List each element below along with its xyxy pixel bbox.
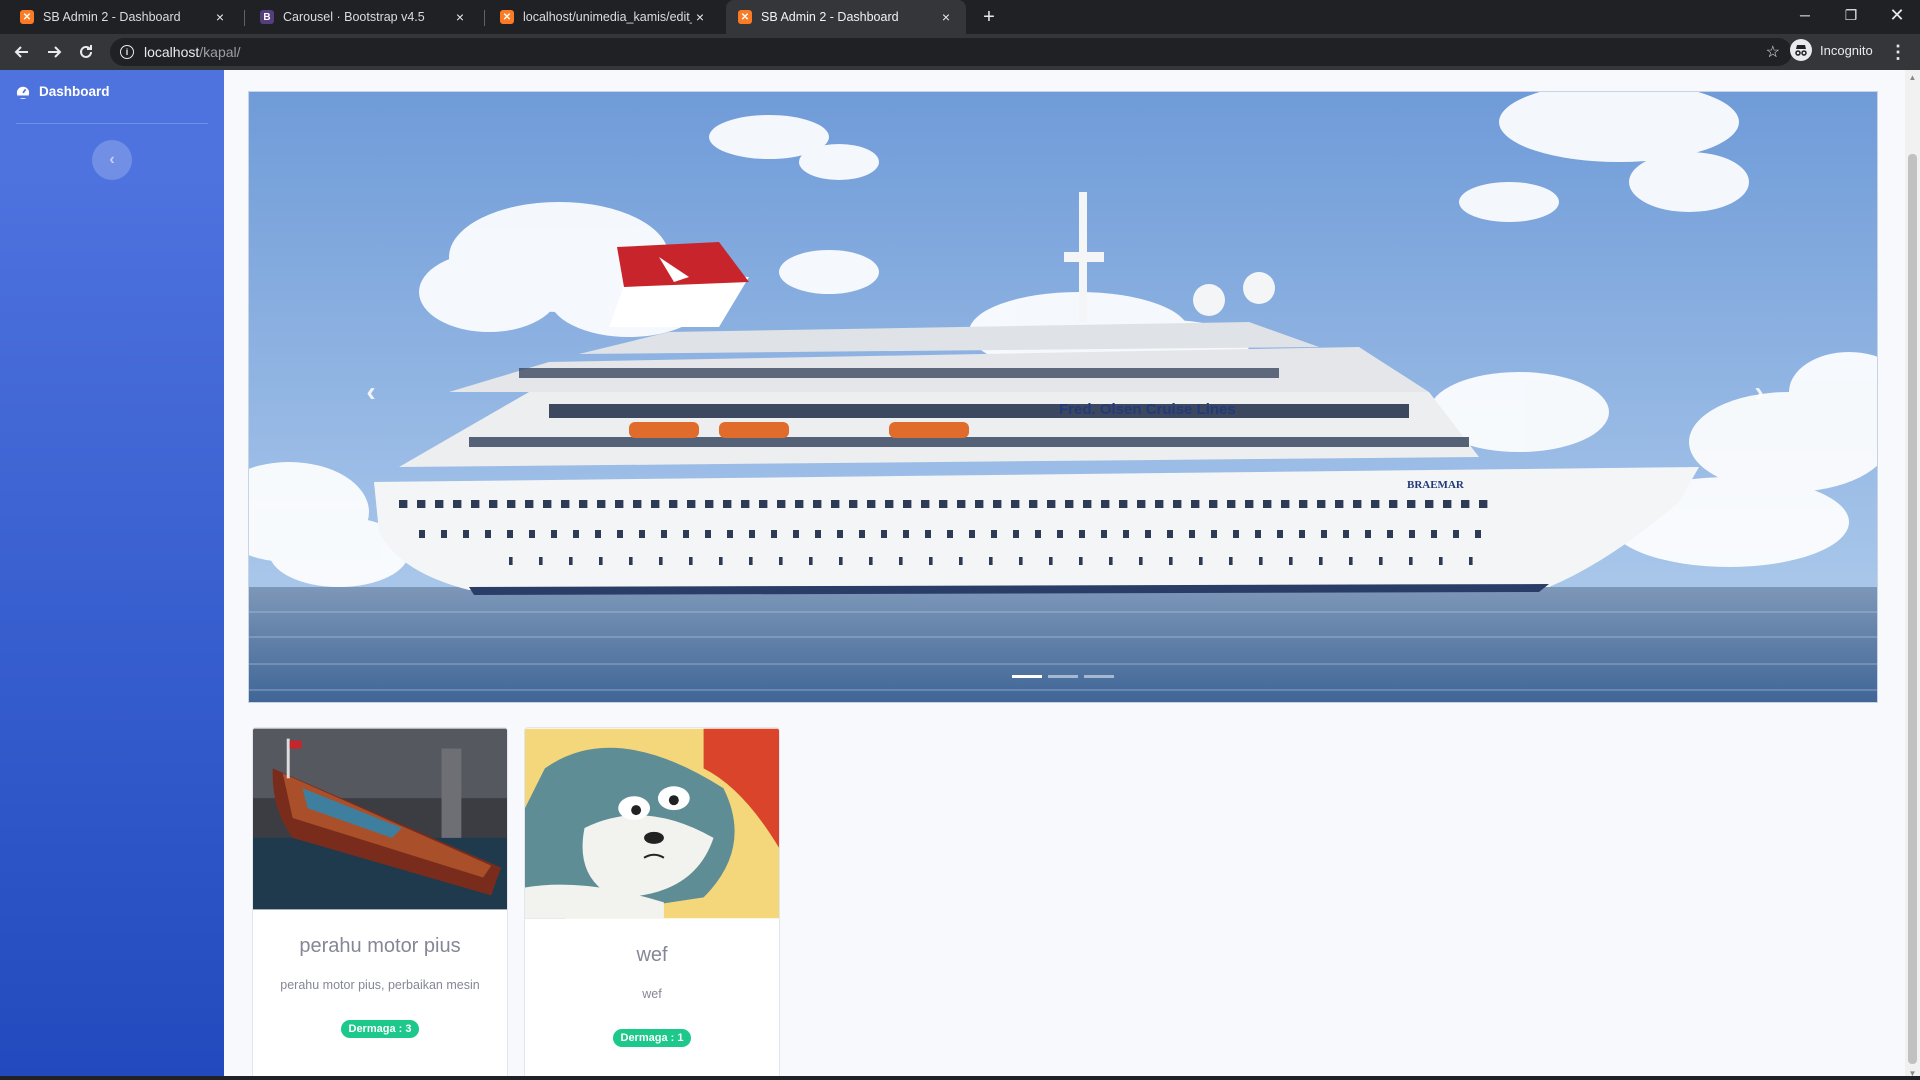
url-host: localhost (144, 44, 200, 60)
vessel-card[interactable]: wef wef Dermaga : 1 (524, 727, 780, 1080)
ship-name-text: BRAEMAR (1407, 479, 1465, 491)
tab-title: SB Admin 2 - Dashboard (761, 10, 899, 24)
carousel-indicators (249, 675, 1877, 678)
close-icon[interactable]: × (212, 9, 228, 25)
browser-tab-4-active[interactable]: ✕ SB Admin 2 - Dashboard × (726, 0, 966, 34)
browser-menu-button[interactable]: ⋮ (1886, 38, 1910, 66)
tab-title: Carousel · Bootstrap v4.5 (283, 10, 425, 24)
close-icon[interactable]: × (692, 9, 708, 25)
carousel-prev-button[interactable]: ‹ (351, 372, 391, 412)
card-text: perahu motor pius, perbaikan mesin (280, 978, 480, 992)
page-viewport: Dashboard ‹ Fred. Olsen Cruise Lines BRA… (0, 70, 1920, 1080)
sidebar-item-label: Dashboard (39, 84, 110, 99)
scroll-up-arrow-icon[interactable]: ▲ (1905, 70, 1920, 84)
xampp-icon: ✕ (20, 10, 34, 24)
cruise-ship-image: Fred. Olsen Cruise Lines BRAEMAR (249, 92, 1877, 702)
bootstrap-icon: B (260, 10, 274, 24)
close-icon[interactable]: × (938, 9, 954, 25)
tab-title: localhost/unimedia_kamis/edit_f (523, 10, 692, 24)
address-bar[interactable]: i localhost/kapal/ ☆ (110, 38, 1792, 66)
card-text: wef (642, 987, 662, 1001)
window-close-button[interactable]: ✕ (1874, 0, 1920, 30)
reload-button[interactable] (72, 38, 100, 66)
carousel-indicator[interactable] (1084, 675, 1114, 678)
browser-tab-1[interactable]: ✕ SB Admin 2 - Dashboard × (8, 0, 240, 34)
bookmark-star-icon[interactable]: ☆ (1766, 42, 1780, 62)
carousel-indicator[interactable] (1048, 675, 1078, 678)
incognito-indicator[interactable]: Incognito (1790, 39, 1873, 61)
info-icon[interactable]: i (120, 45, 134, 59)
sidebar-item-dashboard[interactable]: Dashboard (16, 84, 110, 99)
minimize-button[interactable]: ─ (1782, 0, 1828, 30)
incognito-label: Incognito (1820, 42, 1873, 58)
tachometer-icon (16, 86, 30, 99)
restore-button[interactable]: ❐ (1828, 0, 1874, 30)
ship-branding-text: Fred. Olsen Cruise Lines (1059, 401, 1236, 418)
vertical-scrollbar[interactable]: ▲ ▼ (1905, 70, 1920, 1080)
tab-strip: ✕ SB Admin 2 - Dashboard × B Carousel · … (0, 0, 1920, 34)
incognito-icon (1790, 39, 1812, 61)
back-button[interactable] (8, 38, 36, 66)
motorboat-image (253, 728, 507, 910)
sidebar-divider (16, 123, 208, 124)
reload-icon (80, 45, 92, 58)
url-path: /kapal/ (199, 44, 241, 60)
arrow-left-icon (14, 46, 28, 58)
tab-title: SB Admin 2 - Dashboard (43, 10, 181, 24)
sidebar: Dashboard ‹ (0, 70, 224, 1080)
dermaga-badge: Dermaga : 3 (340, 1020, 420, 1038)
forward-button[interactable] (40, 38, 68, 66)
sidebar-toggle-button[interactable]: ‹ (92, 140, 132, 180)
arrow-right-icon (48, 46, 62, 58)
card-title: perahu motor pius (299, 935, 461, 957)
vessel-card[interactable]: perahu motor pius perahu motor pius, per… (252, 727, 508, 1080)
card-title: wef (636, 944, 668, 966)
browser-tab-3[interactable]: ✕ localhost/unimedia_kamis/edit_f × (488, 0, 720, 34)
close-icon[interactable]: × (452, 9, 468, 25)
cartoon-cat-image (525, 728, 779, 919)
tab-separator (484, 10, 485, 26)
xampp-icon: ✕ (738, 10, 752, 24)
tab-separator (244, 10, 245, 26)
browser-toolbar: i localhost/kapal/ ☆ Incognito ⋮ (0, 34, 1920, 70)
image-carousel: Fred. Olsen Cruise Lines BRAEMAR ‹ › (248, 91, 1878, 703)
window-bottom-edge (0, 1076, 1920, 1080)
carousel-next-button[interactable]: › (1739, 372, 1779, 412)
carousel-indicator[interactable] (1012, 675, 1042, 678)
xampp-icon: ✕ (500, 10, 514, 24)
dermaga-badge: Dermaga : 1 (612, 1029, 692, 1047)
browser-tab-2[interactable]: B Carousel · Bootstrap v4.5 × (248, 0, 480, 34)
scrollbar-thumb[interactable] (1908, 154, 1917, 1064)
new-tab-button[interactable]: + (976, 4, 1002, 30)
